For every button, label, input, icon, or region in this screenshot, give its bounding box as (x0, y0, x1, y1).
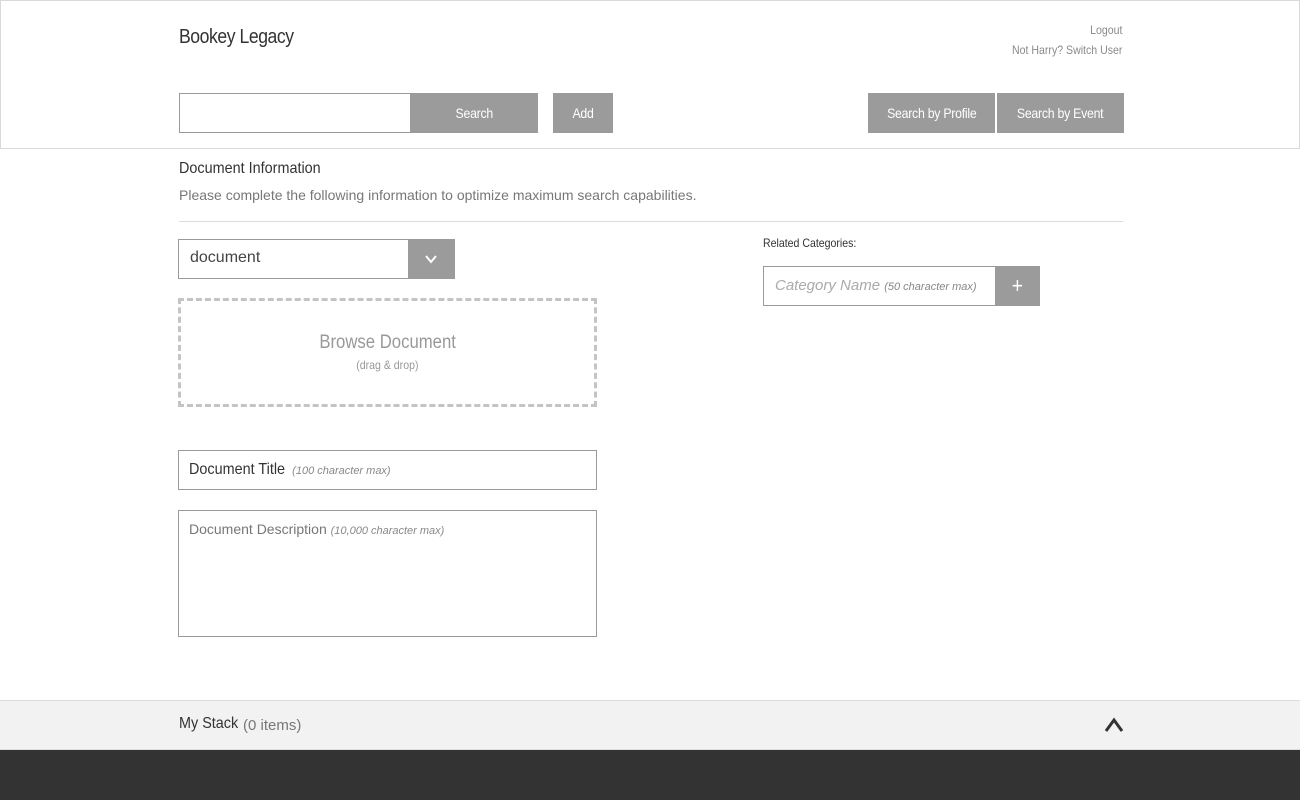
my-stack-count: (0 items) (243, 717, 302, 734)
document-title-placeholder: Document Title (100 character max) (189, 461, 391, 479)
category-name-input[interactable]: Category Name (50 character max) (763, 266, 996, 306)
dropzone-subtitle: (drag & drop) (356, 358, 419, 372)
document-title-hint: (100 character max) (292, 465, 391, 477)
search-input[interactable] (179, 93, 411, 133)
document-description-field[interactable]: Document Description (10,000 character m… (178, 510, 597, 637)
search-toolbar: Search Add Search by Profile Search by E… (0, 79, 1300, 149)
document-description-placeholder: Document Description (10,000 character m… (189, 521, 444, 537)
document-title-label: Document Title (189, 461, 286, 478)
add-category-button[interactable]: + (995, 266, 1040, 306)
chevron-up-icon[interactable] (1103, 715, 1125, 735)
add-button-label: Add (572, 105, 594, 121)
document-dropzone[interactable]: Browse Document (drag & drop) (178, 298, 597, 407)
plus-icon: + (1011, 273, 1024, 298)
section-title: Document Information (179, 160, 321, 177)
logout-link[interactable]: Logout (1012, 20, 1122, 40)
search-by-profile-label: Search by Profile (886, 105, 977, 121)
related-categories-label: Related Categories: (763, 236, 857, 250)
document-description-hint: (10,000 character max) (330, 525, 445, 537)
category-name-label: Category Name (775, 277, 881, 294)
app-header: Bookey Legacy Logout Not Harry? Switch U… (0, 0, 1300, 80)
my-stack-bar[interactable]: My Stack (0 items) (0, 700, 1300, 750)
add-button[interactable]: Add (553, 93, 613, 133)
user-links: Logout Not Harry? Switch User (1012, 20, 1122, 60)
section-divider (179, 221, 1123, 222)
document-type-select[interactable]: document (178, 239, 455, 279)
search-by-event-label: Search by Event (1017, 105, 1104, 121)
document-title-field[interactable]: Document Title (100 character max) (178, 450, 597, 490)
search-button[interactable]: Search (410, 93, 538, 133)
page-footer (0, 750, 1300, 800)
my-stack-title: My Stack (179, 715, 239, 732)
search-button-label: Search (455, 105, 493, 121)
category-name-placeholder: Category Name (50 character max) (775, 277, 977, 294)
category-name-hint: (50 character max) (884, 281, 977, 293)
brand-title: Bookey Legacy (179, 26, 294, 48)
document-description-label: Document Description (189, 521, 327, 537)
document-type-value: document (190, 249, 261, 266)
dropzone-title: Browse Document (319, 332, 456, 353)
switch-user-link[interactable]: Not Harry? Switch User (1012, 40, 1122, 60)
search-by-event-button[interactable]: Search by Event (997, 93, 1124, 133)
section-subtitle: Please complete the following informatio… (179, 187, 697, 203)
search-by-profile-button[interactable]: Search by Profile (868, 93, 995, 133)
chevron-down-icon[interactable] (408, 239, 454, 279)
